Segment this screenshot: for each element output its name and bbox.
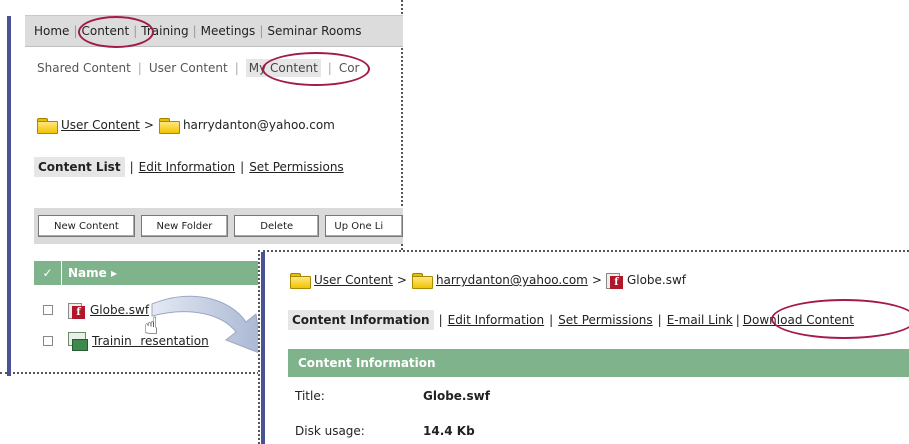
left-accent-bar: [261, 252, 265, 444]
nav-seminar-rooms[interactable]: Seminar Rooms: [267, 24, 361, 38]
name-column-header[interactable]: Name ▸: [62, 266, 117, 280]
up-one-level-button[interactable]: Up One Li: [325, 215, 403, 237]
content-information-header: Content Information: [288, 349, 909, 377]
select-all-checkbox[interactable]: ✓: [34, 261, 62, 285]
folder-icon: [36, 117, 58, 134]
file-name-link[interactable]: Globe.swf: [90, 303, 149, 317]
folder-icon: [411, 272, 433, 289]
delete-button[interactable]: Delete: [234, 215, 320, 237]
tab-email-link[interactable]: E-mail Link: [667, 313, 733, 327]
content-grid-header: ✓ Name ▸: [34, 261, 264, 285]
tab-content-information[interactable]: Content Information: [288, 310, 434, 330]
disk-usage-field: Disk usage: 14.4 Kb: [295, 424, 475, 438]
swf-file-icon: [605, 271, 624, 289]
breadcrumb-separator: >: [143, 118, 154, 132]
breadcrumb: User Content > harrydanton@yahoo.com: [36, 117, 335, 134]
title-field: Title: Globe.swf: [295, 389, 490, 403]
folder-icon: [289, 272, 311, 289]
disk-usage-label: Disk usage:: [295, 424, 365, 438]
tab-separator: |: [735, 313, 740, 327]
breadcrumb-separator: >: [591, 273, 602, 287]
tab-separator: |: [438, 313, 443, 327]
download-content-highlight: [771, 299, 909, 339]
subnav-separator: |: [137, 61, 142, 75]
folder-icon: [158, 117, 180, 134]
tab-edit-information[interactable]: Edit Information: [448, 313, 545, 327]
subnav-shared-content[interactable]: Shared Content: [37, 61, 131, 75]
content-toolbar: New Content New Folder Delete Up One Li: [34, 208, 403, 244]
breadcrumb-current-file: Globe.swf: [626, 273, 687, 287]
breadcrumb-separator: >: [396, 273, 407, 287]
tab-set-permissions[interactable]: Set Permissions: [249, 160, 344, 174]
tab-separator: |: [240, 160, 245, 174]
tab-edit-information[interactable]: Edit Information: [139, 160, 236, 174]
nav-home[interactable]: Home: [34, 24, 69, 38]
breadcrumb: User Content > harrydanton@yahoo.com > G…: [289, 271, 686, 289]
nav-separator: |: [259, 24, 264, 38]
nav-meetings[interactable]: Meetings: [201, 24, 256, 38]
row-checkbox[interactable]: [43, 305, 53, 315]
new-folder-button[interactable]: New Folder: [140, 215, 229, 237]
new-content-button[interactable]: New Content: [38, 215, 135, 237]
disk-usage-value: 14.4 Kb: [423, 424, 475, 438]
tab-separator: |: [129, 160, 134, 174]
subnav-separator: |: [234, 61, 239, 75]
tab-set-permissions[interactable]: Set Permissions: [558, 313, 653, 327]
presentation-icon: [68, 332, 88, 351]
tab-content-list[interactable]: Content List: [34, 157, 125, 177]
my-content-highlight: [262, 52, 370, 86]
hand-cursor-icon: ☝: [144, 312, 159, 340]
tab-separator: |: [657, 313, 662, 327]
nav-separator: |: [192, 24, 197, 38]
title-value: Globe.swf: [423, 389, 490, 403]
content-info-tabs: Content Information | Edit Information |…: [288, 310, 854, 330]
row-checkbox[interactable]: [43, 336, 53, 346]
breadcrumb-user-content[interactable]: User Content: [61, 118, 140, 132]
breadcrumb-current-folder: harrydanton@yahoo.com: [182, 118, 335, 132]
title-label: Title:: [295, 389, 325, 403]
left-accent-bar: [7, 16, 11, 376]
subnav-user-content[interactable]: User Content: [149, 61, 228, 75]
content-tab-highlight: [78, 16, 154, 48]
breadcrumb-user-content[interactable]: User Content: [314, 273, 393, 287]
tab-separator: |: [549, 313, 554, 327]
content-tabs: Content List | Edit Information | Set Pe…: [34, 157, 344, 177]
swf-file-icon: [68, 301, 86, 319]
breadcrumb-user-folder[interactable]: harrydanton@yahoo.com: [436, 273, 588, 287]
